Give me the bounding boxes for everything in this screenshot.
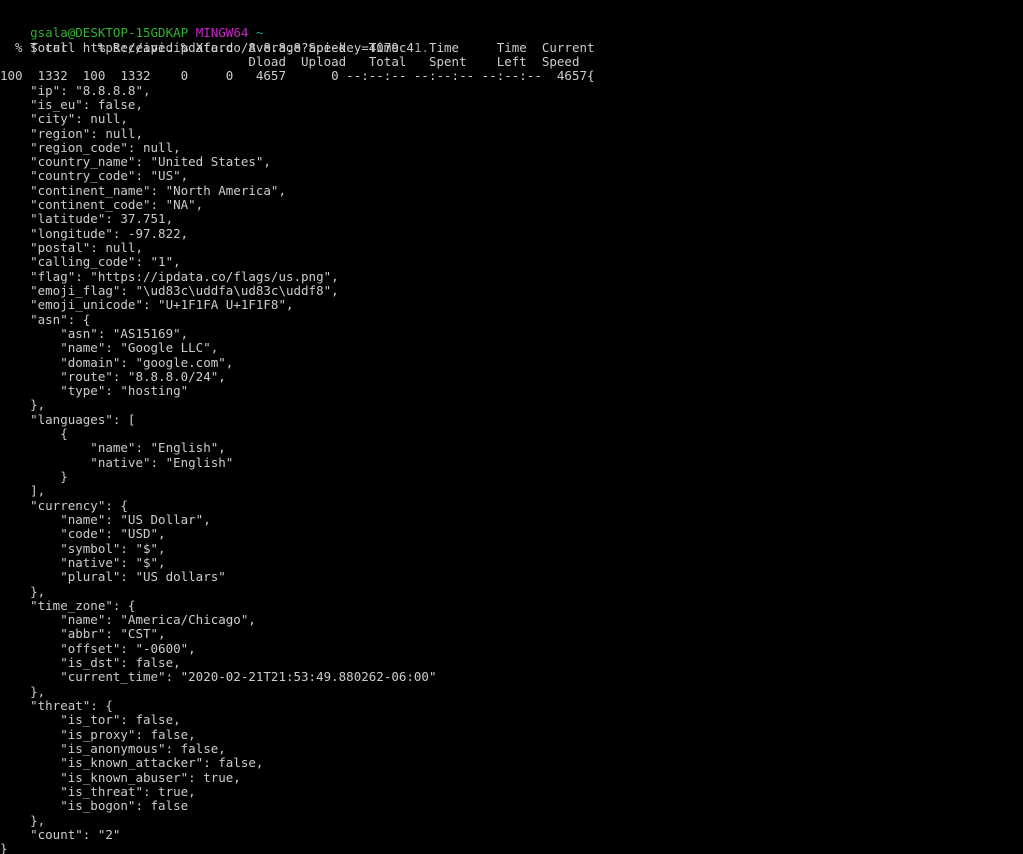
response-line: "flag": "https://ipdata.co/flags/us.png"…: [0, 268, 339, 284]
response-line: "is_threat": true,: [0, 783, 196, 799]
response-line: "abbr": "CST",: [0, 626, 166, 642]
response-line: "calling_code": "1",: [0, 254, 181, 270]
curl-progress-stats-row: 100 1332 100 1332 0 0 4657 0 --:--:-- --…: [0, 68, 595, 84]
response-line: "country_name": "United States",: [0, 154, 271, 170]
response-line: "asn": {: [0, 311, 91, 327]
response-line: "is_proxy": false,: [0, 726, 196, 742]
curl-response-output: "ip": "8.8.8.8", "is_eu": false, "city":…: [0, 82, 1023, 854]
prompt-working-directory: ~: [255, 25, 264, 41]
response-line: "current_time": "2020-02-21T21:53:49.880…: [0, 669, 437, 685]
response-line: "is_bogon": false: [0, 798, 189, 814]
response-line: },: [0, 683, 46, 699]
response-line: },: [0, 812, 46, 828]
curl-progress-header-row-1: % Total % Received % Xferd Average Speed…: [0, 39, 595, 55]
response-line: }: [0, 469, 68, 484]
response-line: "domain": "google.com",: [0, 354, 234, 370]
response-line: "is_known_abuser": true,: [0, 769, 241, 785]
response-line: "symbol": "$",: [0, 540, 166, 556]
response-line: "currency": {: [0, 497, 128, 513]
response-line: "country_code": "US",: [0, 168, 189, 184]
response-line: "region_code": null,: [0, 139, 181, 155]
response-line: "languages": [: [0, 411, 136, 427]
response-line: "emoji_unicode": "U+1F1FA U+1F1F8",: [0, 297, 294, 313]
response-line: },: [0, 397, 46, 413]
curl-progress-header-row-2: Dload Upload Total Spent Left Speed: [0, 53, 580, 69]
response-line: "continent_code": "NA",: [0, 197, 204, 213]
response-line: "plural": "US dollars": [0, 569, 226, 585]
terminal-window[interactable]: gsala@DESKTOP-15GDKAP MINGW64 ~ $ curl h…: [0, 0, 1023, 854]
response-line: "code": "USD",: [0, 526, 166, 542]
response-line: "type": "hosting": [0, 383, 189, 399]
response-line: "is_eu": false,: [0, 96, 143, 112]
response-line: }: [0, 841, 8, 854]
response-line: "is_anonymous": false,: [0, 740, 226, 756]
response-line: "name": "English",: [0, 440, 226, 456]
response-line: "latitude": 37.751,: [0, 211, 174, 227]
response-line: "name": "Google LLC",: [0, 340, 219, 356]
response-line: "postal": null,: [0, 240, 143, 255]
response-line: "name": "US Dollar",: [0, 511, 211, 527]
response-line: "name": "America/Chicago",: [0, 612, 256, 628]
response-line: "time_zone": {: [0, 597, 136, 613]
response-line: {: [0, 426, 68, 442]
response-line: "native": "$",: [0, 554, 166, 570]
response-line: "is_tor": false,: [0, 712, 181, 728]
response-line: "asn": "AS15169",: [0, 325, 189, 341]
response-line: "offset": "-0600",: [0, 640, 196, 656]
response-line: "is_known_attacker": false,: [0, 755, 264, 771]
response-line: "region": null,: [0, 125, 143, 141]
prompt-user-host: gsala@DESKTOP-15GDKAP: [30, 25, 189, 41]
response-line: ],: [0, 483, 46, 499]
response-line: "route": "8.8.8.0/24",: [0, 368, 226, 384]
response-line: "native": "English": [0, 454, 234, 470]
response-line: },: [0, 583, 46, 599]
response-line: "count": "2": [0, 826, 121, 842]
response-line: "ip": "8.8.8.8",: [0, 82, 151, 98]
prompt-space-1: [188, 25, 196, 40]
prompt-shell-label: MINGW64: [195, 25, 249, 41]
response-line: "longitude": -97.822,: [0, 225, 189, 241]
response-line: "threat": {: [0, 698, 113, 713]
terminal-top-padding: [0, 0, 1023, 12]
response-line: "emoji_flag": "\ud83c\uddfa\ud83c\uddf8"…: [0, 282, 339, 298]
prompt-space-2: [248, 25, 256, 40]
response-line: "city": null,: [0, 111, 128, 127]
prompt-line: gsala@DESKTOP-15GDKAP MINGW64 ~: [0, 12, 1023, 40]
response-line: "is_dst": false,: [0, 655, 181, 671]
response-line: "continent_name": "North America",: [0, 182, 286, 198]
